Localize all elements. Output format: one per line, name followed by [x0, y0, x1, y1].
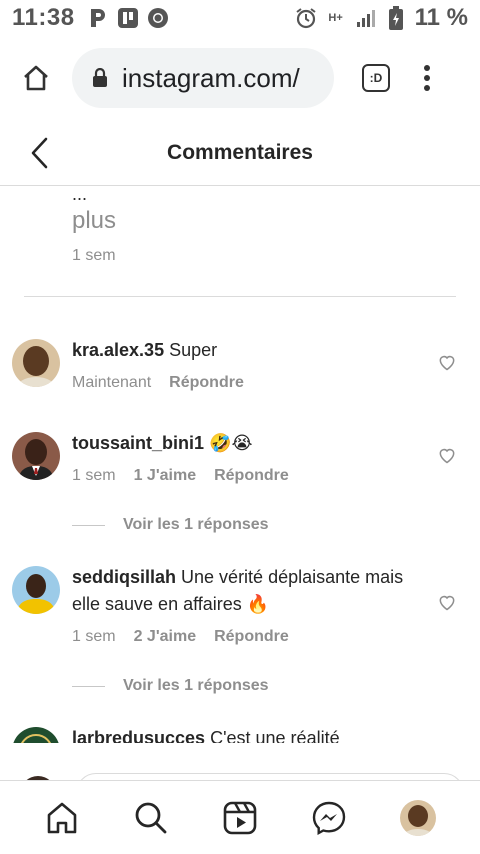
lock-icon	[93, 68, 107, 87]
replies-line	[72, 524, 105, 526]
signal-icon	[355, 7, 377, 29]
heart-icon[interactable]	[437, 445, 457, 465]
view-replies-button[interactable]: Voir les 1 réponses	[72, 677, 269, 695]
replies-line	[72, 685, 105, 687]
nav-reels[interactable]	[220, 798, 260, 838]
caption-tail: ... plus 1 sem	[72, 187, 116, 265]
likes-count[interactable]: 2 J'aime	[134, 628, 197, 646]
reels-icon	[223, 801, 257, 834]
comment-username[interactable]: toussaint_bini1	[72, 433, 204, 453]
url-bar[interactable]: instagram.com/	[72, 48, 334, 108]
app-notification-icon	[117, 7, 139, 29]
browser-home-button[interactable]	[0, 36, 72, 120]
comment-input[interactable]	[76, 773, 464, 780]
comment-composer	[0, 743, 480, 780]
chevron-left-icon	[31, 137, 48, 169]
home-icon	[24, 65, 48, 91]
messenger-icon	[312, 801, 345, 835]
comment-username[interactable]: larbredusucces	[72, 728, 205, 743]
comments-list[interactable]: ... plus 1 sem kra.alex.35 Super Mainten…	[0, 187, 480, 743]
nav-messenger[interactable]	[309, 798, 349, 838]
divider	[24, 296, 456, 297]
avatar[interactable]	[12, 339, 60, 387]
comment-username[interactable]: kra.alex.35	[72, 340, 164, 360]
view-replies-label: Voir les 1 réponses	[123, 677, 269, 694]
comment-text: 🤣😭	[204, 433, 253, 453]
more-link[interactable]: plus	[72, 207, 116, 235]
reply-button[interactable]: Répondre	[214, 628, 289, 646]
avatar[interactable]	[12, 432, 60, 480]
nav-search[interactable]	[131, 798, 171, 838]
nav-home[interactable]	[42, 798, 82, 838]
dot-icon	[424, 85, 430, 91]
comment-text: Super	[164, 340, 218, 360]
battery-icon	[385, 6, 407, 30]
url-text: instagram.com/	[122, 62, 300, 93]
comment-time: 1 sem	[72, 467, 116, 484]
reply-button[interactable]: Répondre	[214, 467, 289, 485]
bottom-nav	[0, 780, 480, 854]
network-type-icon: H+	[328, 12, 343, 24]
browser-toolbar: instagram.com/ :D	[0, 36, 480, 120]
status-time: 11:38	[12, 4, 75, 31]
comment-username[interactable]: seddiqsillah	[72, 567, 176, 587]
avatar[interactable]	[12, 727, 60, 743]
view-replies-button[interactable]: Voir les 1 réponses	[72, 516, 269, 534]
comments-header: Commentaires	[0, 120, 480, 186]
dot-icon	[424, 65, 430, 71]
heart-icon[interactable]	[437, 352, 457, 372]
search-icon	[135, 802, 167, 833]
avatar[interactable]	[12, 566, 60, 614]
tab-switcher-button[interactable]: :D	[362, 64, 390, 92]
notification-icons	[87, 7, 169, 29]
dot-icon	[424, 75, 430, 81]
status-bar: 11:38 H+ 11 %	[0, 0, 480, 36]
view-replies-label: Voir les 1 réponses	[123, 516, 269, 533]
likes-count[interactable]: 1 J'aime	[134, 467, 197, 485]
chrome-icon	[147, 7, 169, 29]
caption-ellipsis: ...	[72, 187, 88, 204]
back-button[interactable]	[28, 136, 52, 175]
nav-profile[interactable]	[398, 798, 438, 838]
alarm-icon	[295, 7, 317, 29]
battery-percent: 11 %	[414, 4, 468, 31]
comment-time: Maintenant	[72, 374, 152, 391]
caption-time: 1 sem	[72, 247, 116, 264]
profile-avatar	[399, 799, 436, 836]
p-notification-icon	[87, 7, 109, 29]
reply-button[interactable]: Répondre	[169, 374, 244, 392]
comment-time: 1 sem	[72, 628, 116, 645]
comment-text: C'est une réalité	[205, 728, 340, 743]
browser-menu-button[interactable]	[424, 65, 430, 91]
page-title: Commentaires	[167, 140, 313, 164]
home-icon	[48, 802, 77, 833]
heart-icon[interactable]	[437, 592, 457, 612]
